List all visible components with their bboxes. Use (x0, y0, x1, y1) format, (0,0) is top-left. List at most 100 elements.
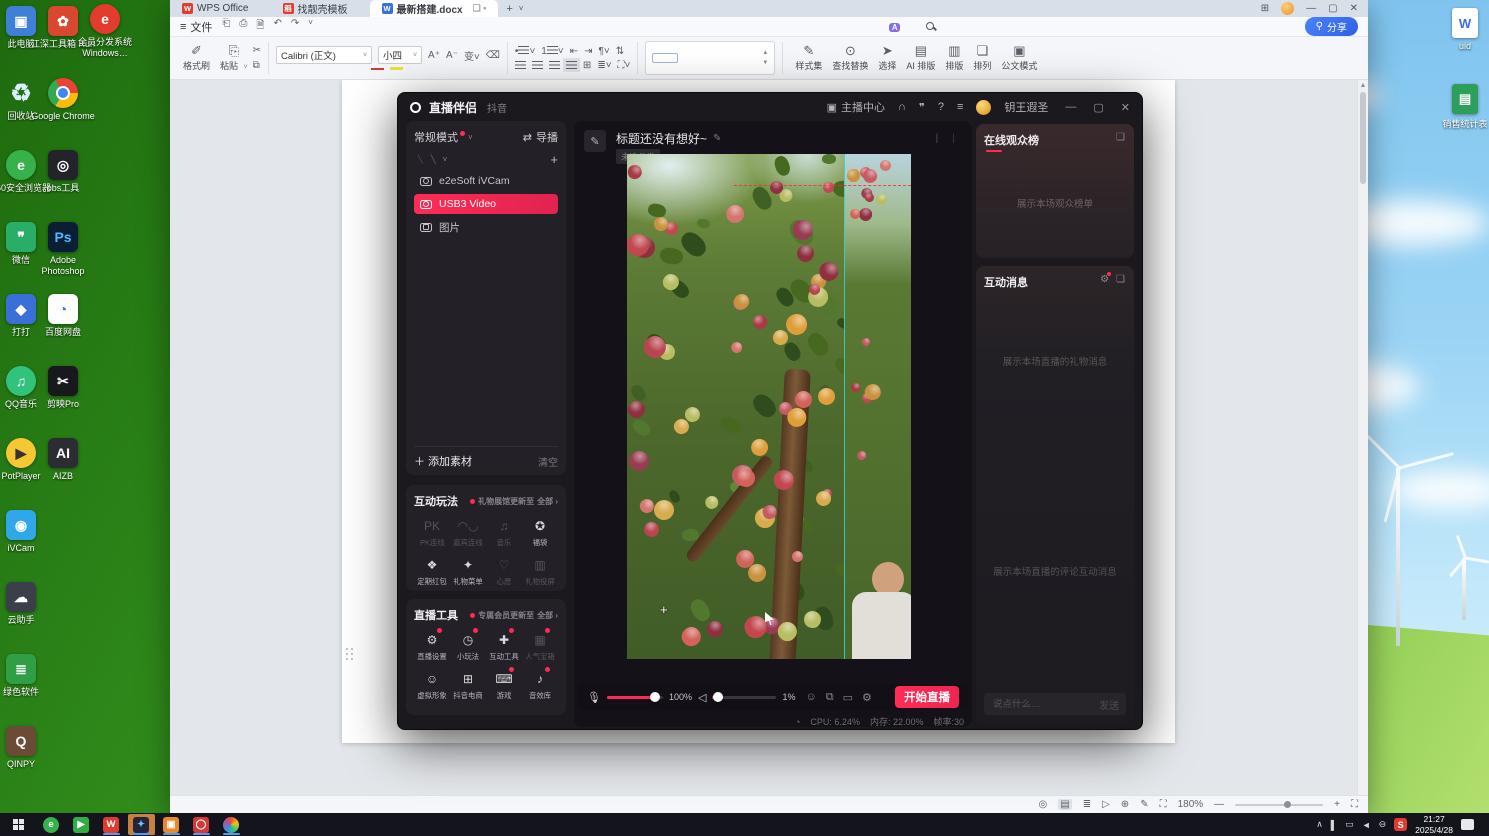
save-icon[interactable]: ⎗ (222, 18, 230, 35)
close-button[interactable]: ✕ (1350, 3, 1358, 14)
file-menu[interactable]: ≡ 文件 (180, 19, 212, 35)
director-mode-button[interactable]: ⇄ 导播 (523, 129, 558, 145)
desktop-icon[interactable]: Google Chrome (31, 78, 95, 150)
taskbar-app-button[interactable]: ▣ (158, 814, 185, 835)
format-painter-button[interactable]: ✐ 格式刷 (178, 44, 215, 72)
clear-sources-button[interactable]: 清空 (538, 454, 558, 469)
distribute-button[interactable]: ⊞ (583, 60, 591, 71)
copy-icon[interactable]: ⧉ (253, 60, 261, 71)
taskbar-app-button[interactable]: W (98, 814, 125, 835)
close-button[interactable]: ✕ (1121, 101, 1130, 114)
zoom-in-button[interactable]: + (1334, 799, 1340, 810)
wps-menu-item[interactable] (790, 21, 812, 33)
shrink-font-button[interactable]: A⁻ (446, 50, 458, 61)
notification-center-icon[interactable] (1461, 819, 1474, 830)
share-button[interactable]: ⚲ 分享 (1304, 17, 1358, 36)
message-settings-gear-icon[interactable]: ⚙ (1100, 272, 1111, 285)
outline-view-icon[interactable]: ≣ (1083, 799, 1091, 810)
feature-tile[interactable]: ◷ 小玩法 (450, 628, 486, 662)
tab-extra-icons[interactable]: ❑ • (473, 3, 487, 14)
format-button[interactable] (390, 67, 404, 70)
font-family-select[interactable]: Calibri (正文) ˅ (276, 46, 373, 64)
clock[interactable]: 21:27 2025/4/28 (1415, 814, 1453, 835)
wps-document-tab[interactable]: 稻 找靓壳模板 (271, 0, 370, 17)
taskbar-app-button[interactable]: ◯ (188, 814, 215, 835)
scrollbar-thumb[interactable] (1360, 92, 1366, 184)
usb-device-icon[interactable]: ▌ (1331, 820, 1337, 830)
taskbar-app-button[interactable]: ✦ (127, 814, 155, 835)
feature-tile[interactable]: ⊞ 抖音电商 (450, 669, 486, 701)
minimize-button[interactable]: — (1306, 3, 1316, 14)
taskbar-app-button[interactable]: e (38, 814, 65, 835)
grow-font-button[interactable]: A⁺ (428, 50, 440, 61)
search-menu[interactable] (915, 21, 945, 33)
popout-icon[interactable]: ❏ (1116, 274, 1125, 285)
mic-volume-slider[interactable] (606, 692, 663, 702)
desktop-icon[interactable]: ☁ 云助手 (0, 582, 53, 654)
maximize-button[interactable]: ▢ (1093, 101, 1103, 114)
wps-tool-button[interactable]: ⊙ 查找替换 (827, 44, 873, 72)
workspace-grid-icon[interactable]: ⊞ (1261, 3, 1269, 14)
wps-menu-item[interactable] (856, 21, 878, 33)
video-preview-canvas[interactable]: + (627, 154, 911, 659)
tab-list-chevron-icon[interactable]: ˅ (519, 4, 524, 13)
feature-tile[interactable]: ⌨ 游戏 (486, 667, 522, 701)
desktop-icon[interactable]: ◉ iVCam (0, 510, 53, 582)
style-scroll-down-icon[interactable]: ▼ (762, 60, 768, 66)
stream-title[interactable]: 标题还没有想好~ (616, 130, 707, 147)
feature-tile[interactable]: ▥ 礼物投屏 (522, 555, 558, 587)
feature-tile[interactable]: ⚙ 直播设置 (414, 628, 450, 662)
desktop-icon[interactable]: ≣ 绿色软件 (0, 654, 53, 726)
wps-menu-item[interactable] (834, 21, 856, 33)
source-row[interactable]: e2eSoft iVCam (414, 171, 558, 191)
wps-tool-button[interactable]: ❏ 排列 (968, 44, 996, 72)
scene-tab[interactable] (427, 153, 440, 165)
desktop-icon[interactable]: Ps Adobe Photoshop (31, 222, 95, 294)
chat-input[interactable] (991, 697, 1093, 711)
volume-icon[interactable]: ◄ (1362, 820, 1371, 830)
username[interactable]: 钥王遐圣 (1004, 99, 1048, 115)
add-source-button[interactable]: ＋ 添加素材 (414, 453, 472, 469)
style-chip[interactable] (652, 53, 679, 63)
view-all-link[interactable]: 全部 › (537, 610, 558, 621)
speaker-icon[interactable]: ◁ (698, 691, 706, 704)
wps-menu-item[interactable] (702, 21, 724, 33)
menu-icon[interactable]: ≡ (957, 101, 963, 113)
clear-format-button[interactable]: ⌫ (486, 50, 500, 61)
align-right-button[interactable] (548, 61, 560, 69)
align-left-button[interactable] (514, 61, 526, 69)
wps-menu-item[interactable] (746, 21, 768, 33)
font-size-select[interactable]: 小四 ˅ (378, 46, 423, 64)
wps-tool-button[interactable]: ▥ 排版 (940, 44, 968, 72)
increase-indent-button[interactable]: ⇥ (584, 46, 592, 57)
undo-icon[interactable]: ↶ (273, 18, 281, 35)
scroll-up-icon[interactable]: ▲ (1358, 80, 1368, 89)
source-boundary-line[interactable] (844, 154, 845, 659)
sort-button[interactable]: ⇅ (616, 46, 624, 57)
cut-icon[interactable]: ✂ (253, 45, 261, 56)
edit-pencil-icon[interactable]: ✎ (713, 133, 721, 144)
feature-tile[interactable]: ▦ 人气宝箱 (522, 628, 558, 662)
shading-button[interactable]: ⛶˅ (618, 60, 631, 71)
numbered-list-button[interactable]: 1 ˅ (541, 45, 564, 57)
start-stream-button[interactable]: 开始直播 (895, 686, 959, 708)
more-chevron-icon[interactable]: ˅ (308, 18, 313, 35)
wps-tool-button[interactable]: ✎ 样式集 (790, 44, 827, 72)
print-preview-icon[interactable]: 🗎 (256, 18, 264, 35)
page-view-icon[interactable]: ▤ (1058, 799, 1072, 810)
zoom-out-button[interactable]: — (1214, 799, 1224, 810)
microphone-icon[interactable]: 🎙︎ (587, 691, 601, 704)
taskbar-app-button[interactable] (218, 814, 245, 835)
taskbar-app-button[interactable]: ▶ (68, 814, 95, 835)
change-case-button[interactable]: 变˅ (464, 48, 480, 63)
feature-tile[interactable]: ❖ 定期红包 (414, 555, 450, 587)
eject-icon[interactable]: ⊖ (1379, 819, 1387, 830)
edit-title-icon[interactable]: ✎ (584, 130, 606, 152)
start-button[interactable] (0, 813, 36, 836)
play-view-icon[interactable]: ▷ (1102, 799, 1110, 810)
wps-tool-button[interactable]: ➤ 选择 (873, 44, 901, 72)
format-button[interactable] (371, 67, 385, 70)
desktop-icon[interactable]: W uid (1437, 8, 1489, 51)
anchor-center-button[interactable]: ▣ 主播中心 (827, 99, 885, 115)
new-tab-button[interactable]: + (506, 3, 512, 15)
